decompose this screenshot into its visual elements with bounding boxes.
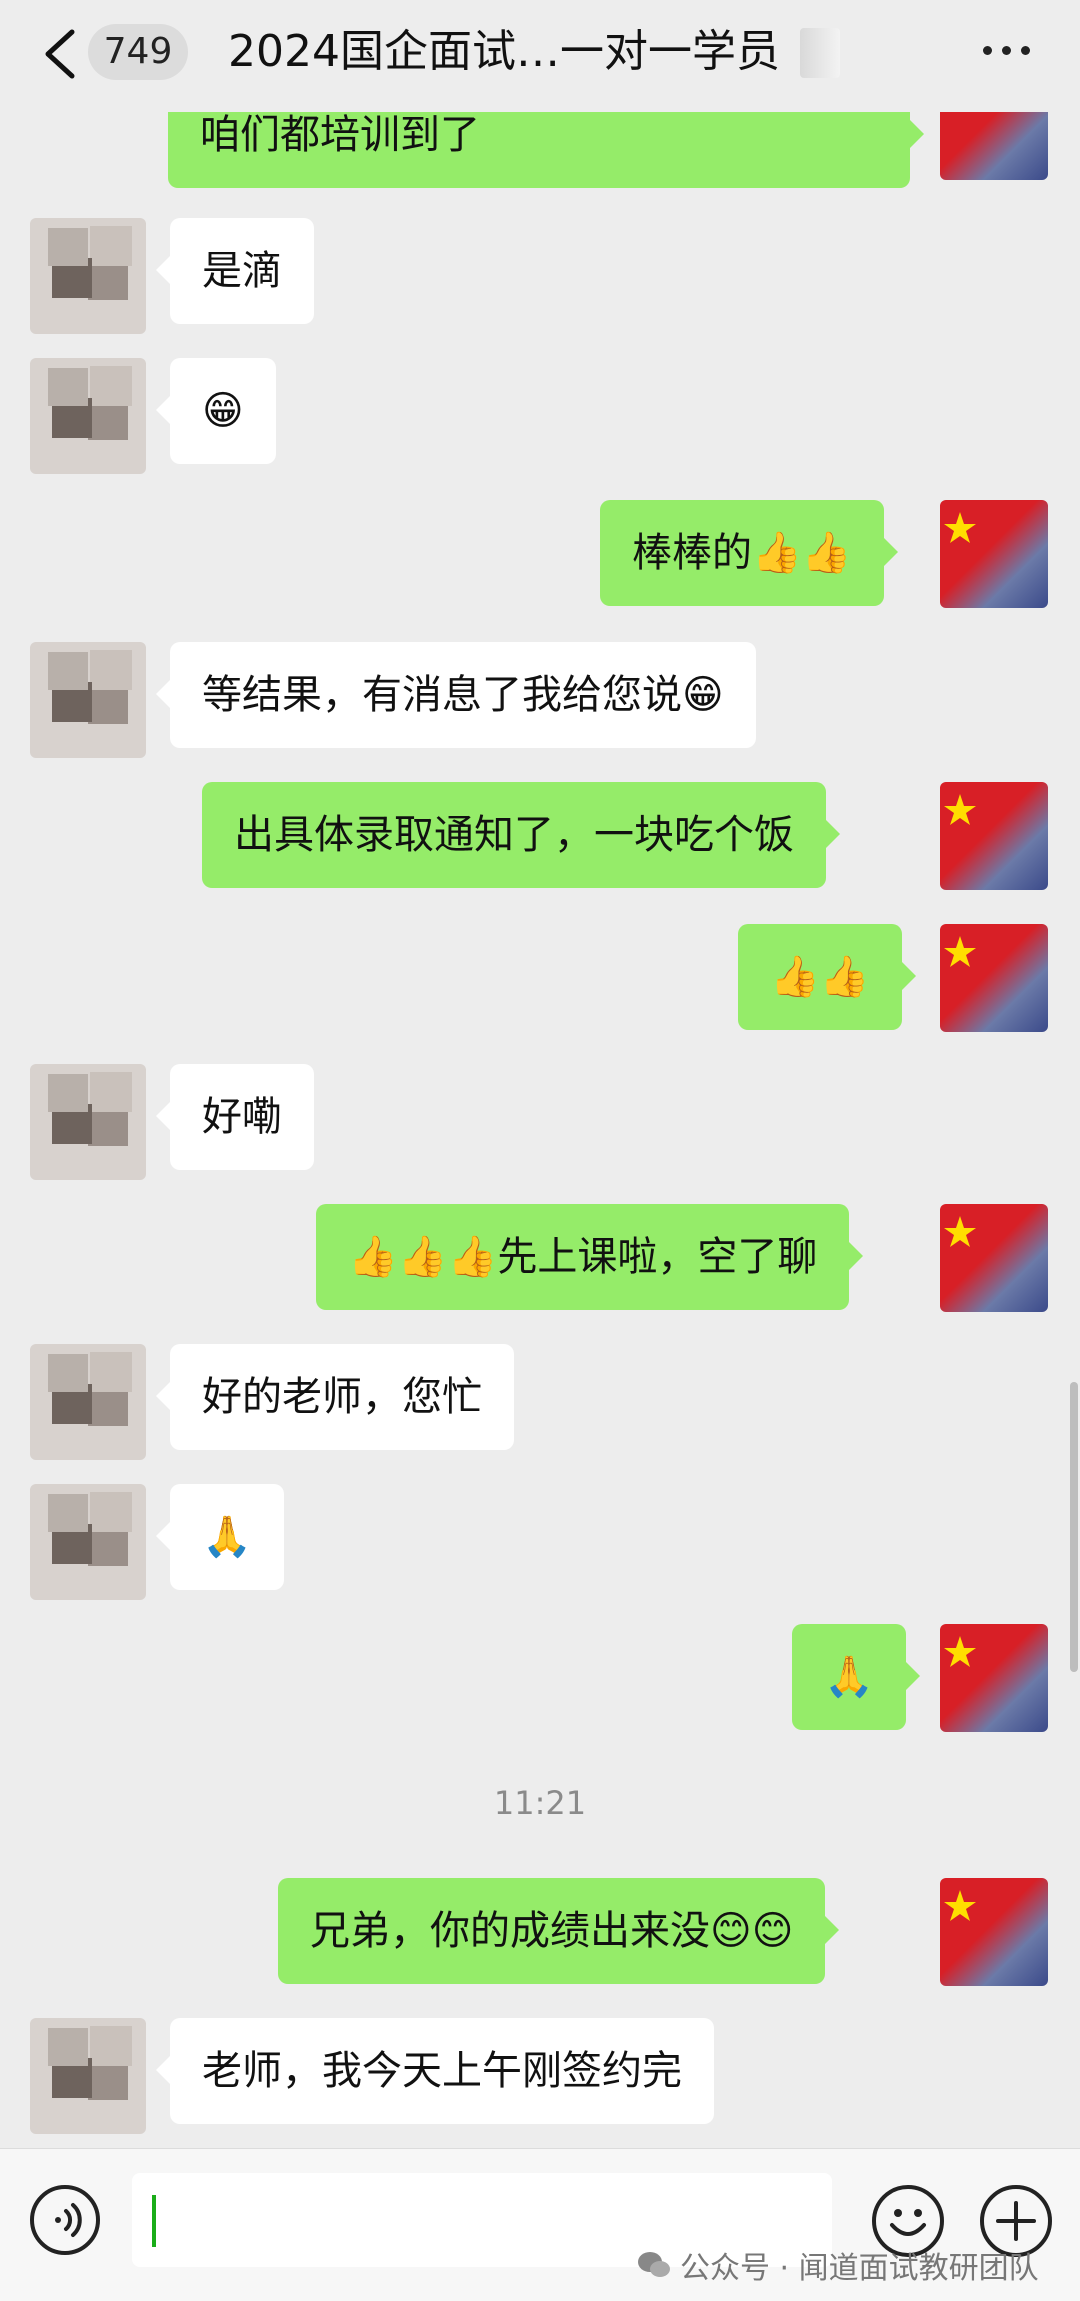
contact-avatar[interactable] <box>30 1344 146 1460</box>
wechat-official-account-icon <box>638 2252 670 2277</box>
contact-avatar[interactable] <box>30 2018 146 2134</box>
contact-avatar[interactable] <box>30 1064 146 1180</box>
unread-count-badge[interactable]: 749 <box>88 24 188 80</box>
message-bubble-incoming[interactable]: 等结果，有消息了我给您说😁 <box>156 642 756 748</box>
chat-title: 2024国企面试…一对一学员 <box>228 26 780 77</box>
my-avatar[interactable] <box>940 500 1048 608</box>
contact-avatar[interactable] <box>30 1484 146 1600</box>
message-bubble-outgoing[interactable]: 👍👍 <box>738 924 916 1030</box>
back-chevron-icon[interactable] <box>38 26 82 82</box>
text-caret <box>152 2195 156 2247</box>
my-avatar[interactable] <box>940 1624 1048 1732</box>
message-bubble-outgoing[interactable]: 🙏 <box>792 1624 920 1730</box>
my-avatar[interactable] <box>940 1878 1048 1986</box>
message-list[interactable]: 咱们都培训到了 是滴 😁 棒棒的👍👍 等结果，有消息了我给您说😁 出具体录取通知… <box>0 112 1080 2148</box>
message-bubble-incoming[interactable]: 🙏 <box>156 1484 284 1590</box>
my-avatar[interactable] <box>940 924 1048 1032</box>
message-bubble-outgoing[interactable]: 👍👍👍先上课啦，空了聊 <box>316 1204 864 1310</box>
message-bubble-incoming[interactable]: 好嘞 <box>156 1064 314 1170</box>
message-bubble-outgoing[interactable]: 出具体录取通知了，一块吃个饭 <box>202 782 840 888</box>
scrollbar[interactable] <box>1070 1382 1078 1672</box>
chat-header: 749 2024国企面试…一对一学员 <box>0 0 1080 112</box>
contact-avatar[interactable] <box>30 642 146 758</box>
message-bubble-incoming[interactable]: 老师，我今天上午刚签约完 <box>156 2018 714 2124</box>
timestamp: 11:21 <box>493 1784 587 1822</box>
message-bubble-incoming[interactable]: 好的老师，您忙 <box>156 1344 514 1450</box>
watermark: 公众号 · 闻道面试教研团队 <box>636 2241 1039 2289</box>
my-avatar[interactable] <box>940 1204 1048 1312</box>
input-bar: 公众号 · 闻道面试教研团队 <box>0 2148 1080 2301</box>
message-bubble-outgoing[interactable]: 棒棒的👍👍 <box>600 500 898 606</box>
message-bubble-outgoing[interactable]: 兄弟，你的成绩出来没😊😊 <box>278 1878 840 1984</box>
my-avatar[interactable] <box>940 782 1048 890</box>
contact-avatar[interactable] <box>30 218 146 334</box>
more-dots-icon[interactable] <box>976 30 1036 70</box>
title-blur-mask <box>800 28 840 78</box>
voice-icon[interactable] <box>30 2185 100 2255</box>
my-avatar[interactable] <box>940 112 1048 180</box>
message-bubble-outgoing[interactable]: 咱们都培训到了 <box>168 112 924 188</box>
message-bubble-incoming[interactable]: 😁 <box>156 358 276 464</box>
watermark-text: 公众号 · 闻道面试教研团队 <box>680 2251 1039 2286</box>
contact-avatar[interactable] <box>30 358 146 474</box>
message-bubble-incoming[interactable]: 是滴 <box>156 218 314 324</box>
